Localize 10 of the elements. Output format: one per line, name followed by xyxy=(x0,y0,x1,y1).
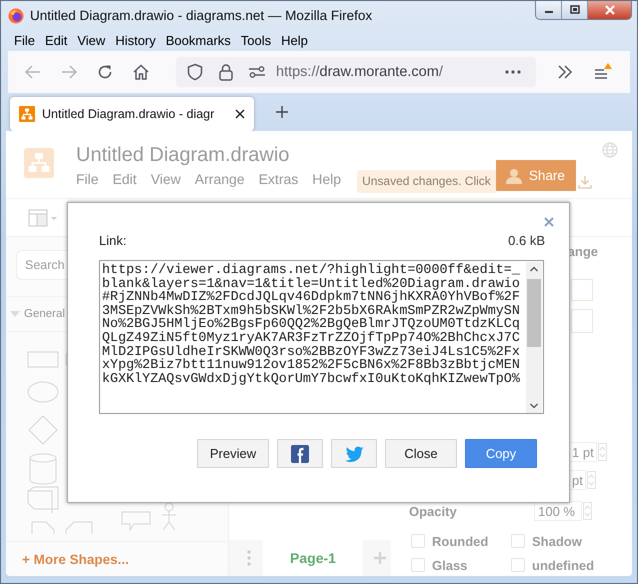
size-label: 0.6 kB xyxy=(508,233,545,248)
checkbox-label: Rounded xyxy=(432,534,488,548)
checkbox-label: Glass xyxy=(432,558,468,572)
window-title: Untitled Diagram.drawio - diagrams.net — Mozilla Firefox xyxy=(30,8,372,23)
opacity-label: Opacity xyxy=(409,504,458,518)
document-title: Untitled Diagram.drawio xyxy=(76,144,290,167)
link-label: Link: xyxy=(99,233,126,248)
checkbox-label: Shadow xyxy=(532,534,582,548)
checkbox-label: undefined xyxy=(532,558,594,572)
tab-title: Untitled Diagram.drawio - diagr xyxy=(42,106,216,120)
